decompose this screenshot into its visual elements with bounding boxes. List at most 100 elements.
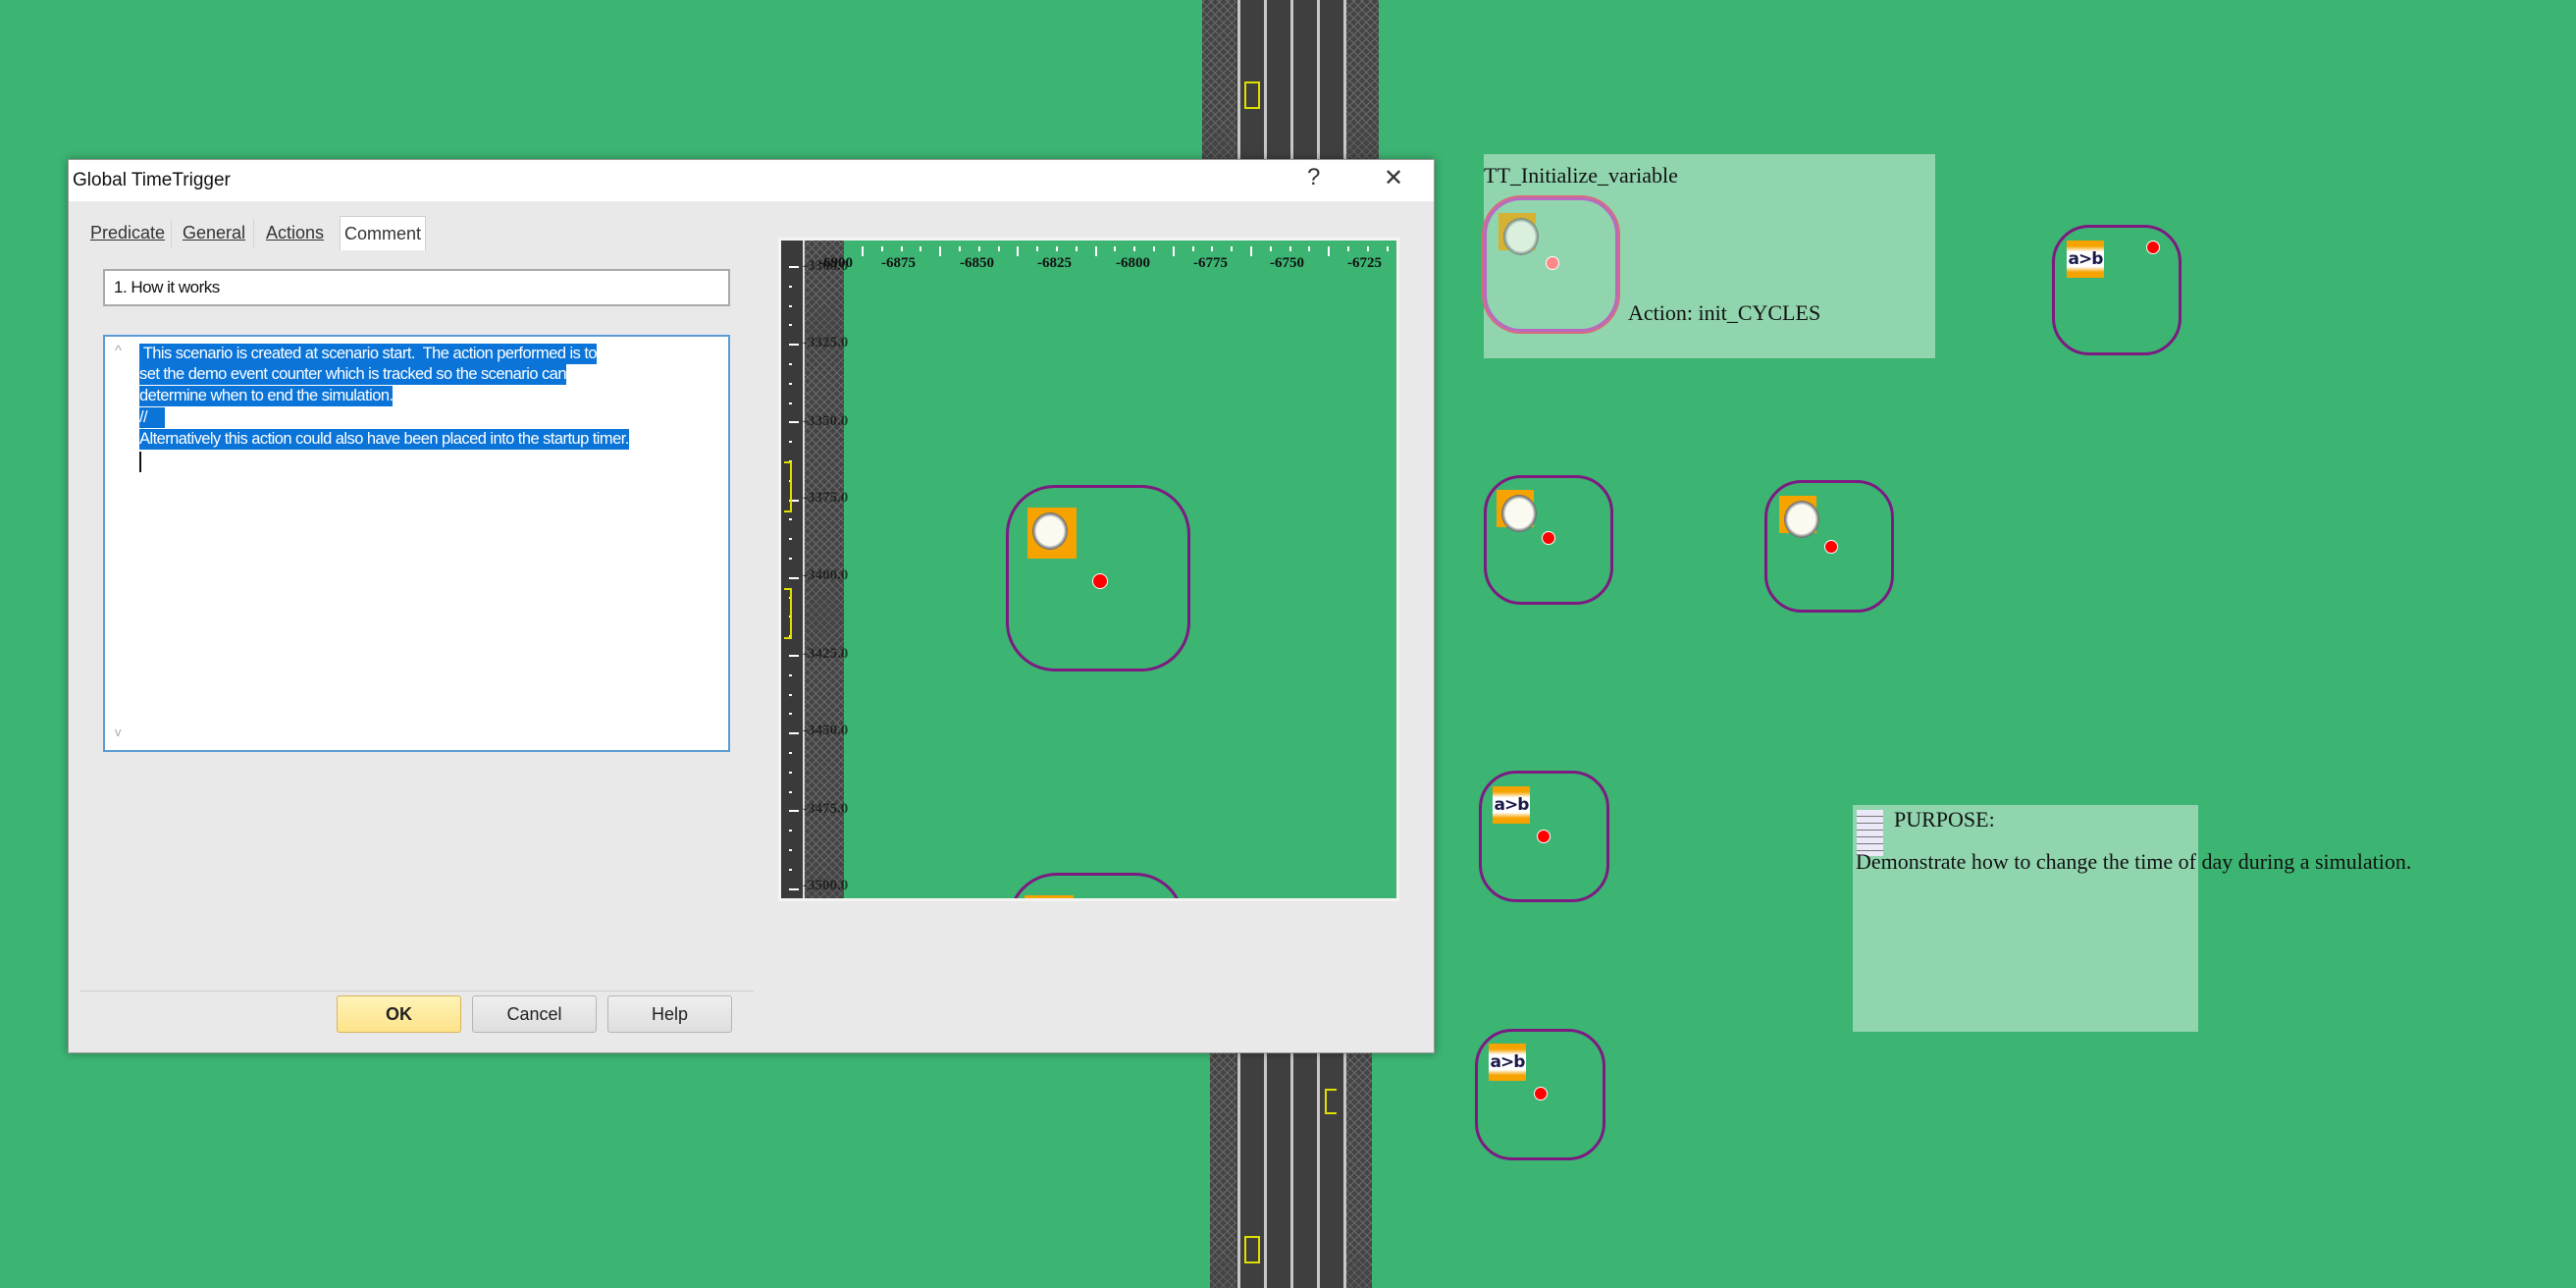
ruler-tick — [900, 246, 903, 251]
scroll-down-icon[interactable]: v — [115, 724, 122, 739]
ruler-tick — [862, 246, 864, 256]
map-preview[interactable]: -6900 -6875 -6850 -6825 -6800 -6775 -675… — [778, 238, 1399, 901]
road-top — [1202, 0, 1379, 159]
ruler-tick — [789, 518, 792, 521]
ruler-tick — [789, 830, 792, 832]
ruler-tick — [789, 421, 799, 424]
ruler-tick — [1269, 246, 1272, 251]
x-tick-label: -6825 — [1037, 255, 1072, 271]
ruler-tick — [789, 732, 799, 735]
comment-line: // — [139, 407, 165, 428]
ruler-tick — [920, 246, 922, 251]
lane-marker — [1244, 1236, 1260, 1263]
ruler-tick — [789, 304, 792, 307]
tt-group-title: TT_Initialize_variable — [1484, 163, 1678, 188]
global-timetrigger-dialog: Global TimeTrigger ? ✕ Predicate General… — [68, 159, 1435, 1053]
x-tick-label: -6800 — [1116, 255, 1150, 271]
ruler-tick — [977, 246, 980, 251]
clock-icon — [1025, 895, 1074, 898]
ruler-tick — [1056, 246, 1058, 251]
ok-button[interactable]: OK — [337, 995, 461, 1033]
ruler-tick — [789, 363, 792, 365]
ruler-tick — [789, 752, 792, 754]
title-bar[interactable]: Global TimeTrigger ? ✕ — [69, 160, 1434, 201]
y-tick-label: -3475.0 — [803, 801, 849, 817]
y-tick-label: -3425.0 — [803, 646, 849, 662]
ruler-tick — [789, 693, 792, 696]
clock-icon — [1027, 508, 1077, 559]
ruler-tick — [1288, 246, 1291, 251]
ruler-tick — [1250, 246, 1252, 256]
x-tick-label: -6850 — [960, 255, 994, 271]
ruler-tick — [789, 538, 792, 541]
ruler-tick — [789, 887, 799, 890]
red-dot-icon — [1546, 256, 1559, 270]
red-dot-icon — [1824, 540, 1838, 554]
ruler-tick — [959, 246, 961, 251]
red-dot-icon — [2146, 241, 2160, 254]
ruler-tick — [1153, 246, 1155, 251]
lane-marker — [1325, 1089, 1337, 1114]
ruler-tick — [1133, 246, 1136, 251]
ruler-tick — [789, 655, 799, 657]
tab-general[interactable]: General — [179, 216, 249, 249]
y-tick-label: -3350.0 — [803, 413, 849, 429]
close-icon[interactable]: ✕ — [1384, 164, 1403, 192]
ruler-tick — [880, 246, 883, 251]
red-dot-icon — [1534, 1087, 1548, 1100]
ruler-tick — [789, 771, 792, 774]
help-button[interactable]: Help — [607, 995, 732, 1033]
compare-icon: a>b — [1493, 786, 1530, 824]
purpose-note[interactable] — [1853, 805, 2198, 1032]
ruler-tick — [789, 324, 792, 327]
ruler-tick — [1172, 246, 1175, 256]
ruler-tick — [1114, 246, 1117, 251]
comment-line: determine when to end the simulation. — [139, 386, 394, 406]
y-tick-label: -3325.0 — [803, 335, 849, 350]
ruler-tick — [789, 441, 792, 444]
ruler-tick — [789, 382, 792, 385]
compare-icon: a>b — [1489, 1044, 1526, 1081]
ruler-tick — [789, 344, 799, 347]
ruler-tick — [789, 713, 792, 716]
clock-icon — [1498, 213, 1539, 255]
clock-icon — [1779, 496, 1819, 538]
tab-comment[interactable]: Comment — [340, 216, 427, 250]
comment-line: This scenario is created at scenario sta… — [139, 344, 598, 364]
ruler-tick — [789, 558, 792, 560]
red-dot-icon — [1542, 531, 1555, 545]
ruler-tick — [789, 402, 792, 404]
x-tick-label: -6725 — [1347, 255, 1382, 271]
road-bottom — [1210, 1051, 1372, 1288]
ruler-tick — [789, 790, 792, 793]
purpose-text: Demonstrate how to change the time of da… — [1856, 849, 2412, 874]
subject-field[interactable]: 1. How it works — [103, 269, 730, 306]
ruler-tick — [1075, 246, 1078, 251]
ruler-tick — [1308, 246, 1311, 251]
tab-predicate[interactable]: Predicate — [86, 216, 169, 249]
y-tick-label: -3400.0 — [803, 567, 849, 583]
scroll-up-icon[interactable]: ^ — [115, 343, 122, 359]
ruler-tick — [939, 246, 942, 256]
cancel-button[interactable]: Cancel — [472, 995, 597, 1033]
ruler-tick — [1191, 246, 1194, 251]
lane-marker — [784, 461, 792, 512]
button-separator — [79, 991, 754, 992]
red-dot-icon — [1537, 830, 1551, 843]
compare-icon: a>b — [2067, 241, 2104, 278]
red-dot-icon — [1092, 573, 1108, 589]
ruler-tick — [789, 849, 792, 851]
tt-action-label: Action: init_CYCLES — [1628, 300, 1821, 325]
help-icon[interactable]: ? — [1307, 164, 1320, 191]
ruler-tick — [1094, 246, 1097, 256]
tab-actions[interactable]: Actions — [262, 216, 328, 249]
ruler-tick — [1386, 246, 1389, 251]
x-tick-label: -6875 — [881, 255, 916, 271]
y-tick-label: -3500.0 — [803, 878, 849, 893]
ruler-tick — [789, 810, 799, 813]
comment-textarea[interactable]: ^ v This scenario is created at scenario… — [103, 335, 730, 752]
ruler-tick — [1366, 246, 1369, 251]
comment-line: set the demo event counter which is trac… — [139, 364, 567, 385]
dialog-title: Global TimeTrigger — [73, 170, 231, 190]
subject-value: 1. How it works — [114, 278, 220, 296]
